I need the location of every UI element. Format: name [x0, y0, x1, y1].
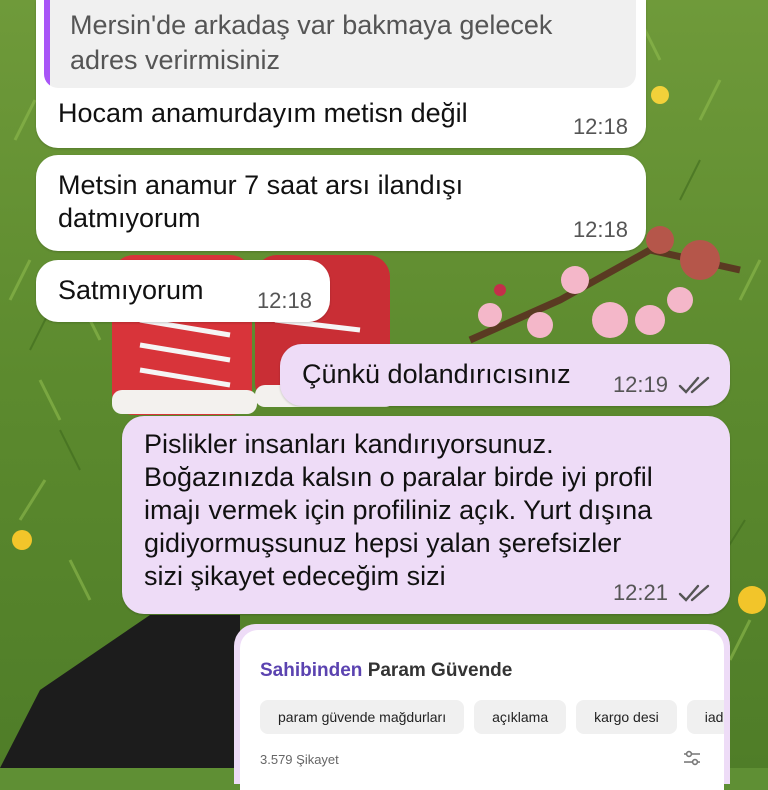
tag-chip: kargo desi	[576, 700, 677, 734]
image-message-bubble[interactable]: Sahibinden Param Güvende param güvende m…	[234, 624, 730, 790]
message-time: 12:18	[256, 288, 312, 313]
message-text: Hocam anamurdayım metisn değil	[58, 98, 468, 128]
message-text: Satmıyorum	[58, 275, 204, 305]
brand-name: Sahibinden	[260, 660, 363, 681]
tag-chip-row: param güvende mağdurları açıklama kargo …	[260, 700, 724, 734]
outgoing-message-bubble[interactable]: Pislikler insanları kandırıyorsunuz. Boğ…	[122, 416, 730, 614]
reply-message-bubble[interactable]: Mersin'de arkadaş var bakmaya gelecek ad…	[36, 0, 646, 148]
quoted-text-line: Mersin'de arkadaş var bakmaya gelecek	[70, 10, 553, 40]
sliders-icon	[684, 750, 700, 766]
incoming-message-bubble[interactable]: Satmıyorum 12:18	[36, 260, 330, 322]
brand-subtitle: Param Güvende	[367, 660, 513, 681]
message-time: 12:19	[612, 372, 668, 397]
message-time: 12:18	[572, 217, 628, 242]
attached-screenshot[interactable]: Sahibinden Param Güvende param güvende m…	[240, 630, 724, 790]
double-check-icon	[678, 376, 710, 394]
message-text-line: Metsin anamur 7 saat arsı ilandışı	[58, 170, 464, 200]
message-text: Çünkü dolandırıcısınız	[302, 359, 571, 389]
incoming-message-bubble[interactable]: Metsin anamur 7 saat arsı ilandışı datmı…	[36, 155, 646, 251]
message-time: 12:18	[572, 114, 628, 139]
quoted-message[interactable]: Mersin'de arkadaş var bakmaya gelecek ad…	[44, 0, 636, 88]
message-text-line: Pislikler insanları kandırıyorsunuz.	[144, 429, 554, 459]
message-text-line: sizi şikayet edeceğim sizi	[144, 561, 446, 591]
tag-chip: açıklama	[474, 700, 567, 734]
outgoing-message-bubble[interactable]: Çünkü dolandırıcısınız 12:19	[280, 344, 730, 406]
message-text-line: datmıyorum	[58, 203, 201, 233]
tag-chip: param güvende mağdurları	[260, 700, 465, 734]
double-check-icon	[678, 584, 710, 602]
message-text-line: gidiyormuşsunuz hepsi yalan şerefsizler	[144, 528, 622, 558]
quoted-text-line: adres verirmisiniz	[70, 45, 281, 75]
message-text-line: imajı vermek için profiliniz açık. Yurt …	[144, 495, 653, 525]
complaint-count: 3.579 Şikayet	[260, 752, 339, 767]
brand-title: Sahibinden Param Güvende	[260, 660, 512, 682]
quote-accent-bar	[44, 0, 50, 88]
message-text-line: Boğazınızda kalsın o paralar birde iyi p…	[144, 462, 653, 492]
message-time: 12:21	[612, 580, 668, 605]
tag-chip: iad	[686, 700, 724, 734]
